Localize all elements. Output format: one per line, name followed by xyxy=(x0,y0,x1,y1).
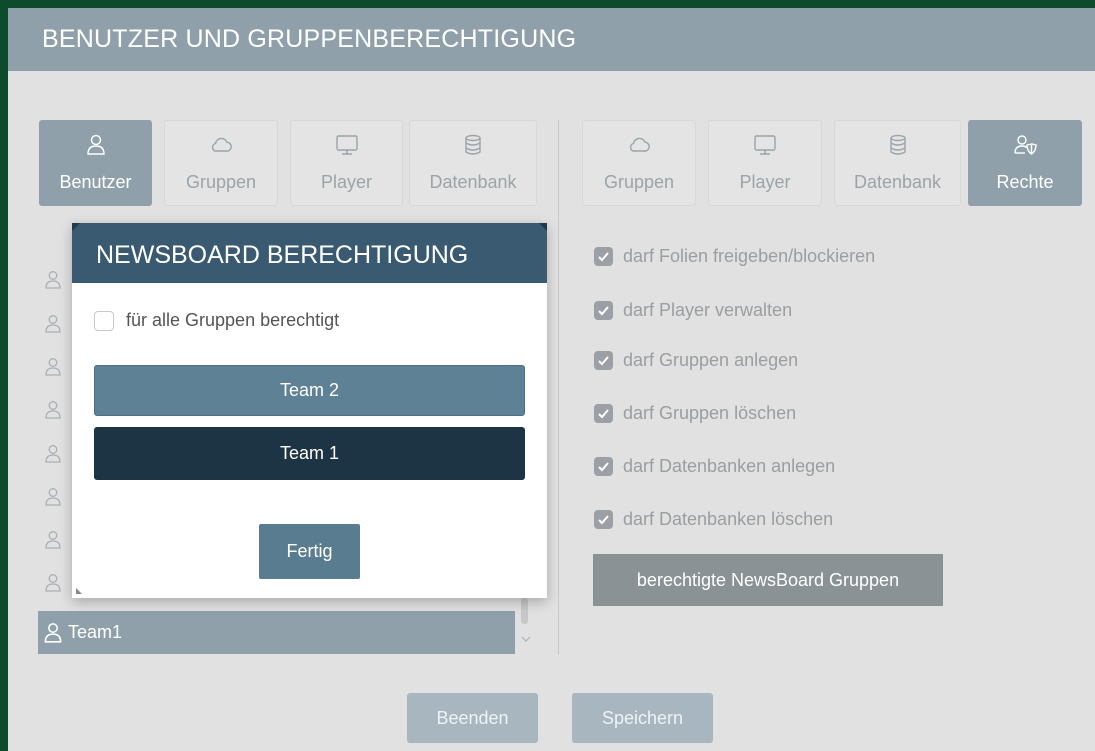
checkbox-checked[interactable] xyxy=(594,456,613,476)
resize-handle-icon[interactable] xyxy=(76,588,82,594)
tab-rechte[interactable]: Rechte xyxy=(968,120,1082,206)
monitor-icon xyxy=(709,133,821,157)
permission-item[interactable]: darf Gruppen anlegen xyxy=(594,349,798,371)
permission-label: darf Gruppen löschen xyxy=(623,402,797,423)
team-1-button[interactable]: Team 1 xyxy=(94,427,525,480)
dialog-corner xyxy=(72,223,80,231)
permission-label: darf Folien freigeben/blockieren xyxy=(623,245,876,266)
tab-label: Benutzer xyxy=(59,172,132,192)
user-icon xyxy=(44,357,62,377)
dialog-title: NEWSBOARD BERECHTIGUNG xyxy=(72,223,547,283)
dialog-corner xyxy=(539,223,547,231)
permission-item[interactable]: darf Datenbanken löschen xyxy=(594,508,833,530)
user-shield-icon xyxy=(969,133,1081,157)
user-icon xyxy=(44,487,62,507)
user-icon xyxy=(44,444,62,464)
tab-label: Datenbank xyxy=(429,172,517,192)
user-list-item-label: Team1 xyxy=(68,622,123,642)
tab-label: Gruppen xyxy=(603,172,675,192)
user-icon xyxy=(44,314,62,334)
permission-item[interactable]: darf Folien freigeben/blockieren xyxy=(594,245,875,267)
tab-player[interactable]: Player xyxy=(290,120,403,206)
user-icon xyxy=(44,270,62,290)
save-button[interactable]: Speichern xyxy=(572,693,713,743)
tab-label: Rechte xyxy=(996,172,1054,192)
user-icon xyxy=(44,400,62,420)
cloud-icon xyxy=(165,133,277,157)
user-icon xyxy=(40,133,151,157)
tab-right-player[interactable]: Player xyxy=(708,120,822,206)
close-button[interactable]: Beenden xyxy=(407,693,538,743)
monitor-icon xyxy=(291,133,402,157)
permission-label: darf Datenbanken anlegen xyxy=(623,455,836,476)
permission-item[interactable]: darf Player verwalten xyxy=(594,299,792,321)
tab-gruppen[interactable]: Gruppen xyxy=(164,120,278,206)
checkbox-checked[interactable] xyxy=(594,246,613,266)
all-groups-checkbox[interactable] xyxy=(94,310,114,331)
permission-label: darf Player verwalten xyxy=(623,299,793,320)
tab-label: Datenbank xyxy=(853,172,942,192)
tab-label: Gruppen xyxy=(185,172,257,192)
checkbox-checked[interactable] xyxy=(594,350,613,370)
checkbox-checked[interactable] xyxy=(594,403,613,423)
tab-label: Player xyxy=(320,172,373,192)
all-groups-option[interactable]: für alle Gruppen berechtigt xyxy=(94,310,339,331)
tab-label: Player xyxy=(739,172,791,192)
permission-label: darf Datenbanken löschen xyxy=(623,508,834,529)
team-2-button[interactable]: Team 2 xyxy=(94,365,525,416)
permission-item[interactable]: darf Datenbanken anlegen xyxy=(594,455,835,477)
user-icon xyxy=(44,573,62,593)
tab-benutzer[interactable]: Benutzer xyxy=(39,120,152,206)
user-list-item-selected[interactable]: Team1 xyxy=(38,611,515,654)
column-divider xyxy=(558,120,559,655)
database-icon xyxy=(410,133,536,157)
tab-right-gruppen[interactable]: Gruppen xyxy=(582,120,696,206)
scrollbar-thumb[interactable] xyxy=(521,598,528,624)
checkbox-checked[interactable] xyxy=(594,509,613,529)
page-title: BENUTZER UND GRUPPENBERECHTIGUNG xyxy=(8,8,1095,71)
all-groups-label: für alle Gruppen berechtigt xyxy=(126,310,340,330)
cloud-icon xyxy=(583,133,695,157)
done-button[interactable]: Fertig xyxy=(259,524,360,579)
user-icon xyxy=(44,622,62,643)
checkbox-checked[interactable] xyxy=(594,300,613,320)
scroll-down-icon[interactable] xyxy=(519,632,533,646)
tab-right-datenbank[interactable]: Datenbank xyxy=(834,120,961,206)
permission-label: darf Gruppen anlegen xyxy=(623,349,799,370)
newsboard-permission-dialog: NEWSBOARD BERECHTIGUNG für alle Gruppen … xyxy=(72,223,547,598)
user-icon xyxy=(44,530,62,550)
database-icon xyxy=(835,133,960,157)
newsboard-groups-button[interactable]: berechtigte NewsBoard Gruppen xyxy=(593,554,943,606)
tab-datenbank[interactable]: Datenbank xyxy=(409,120,537,206)
permission-item[interactable]: darf Gruppen löschen xyxy=(594,402,796,424)
